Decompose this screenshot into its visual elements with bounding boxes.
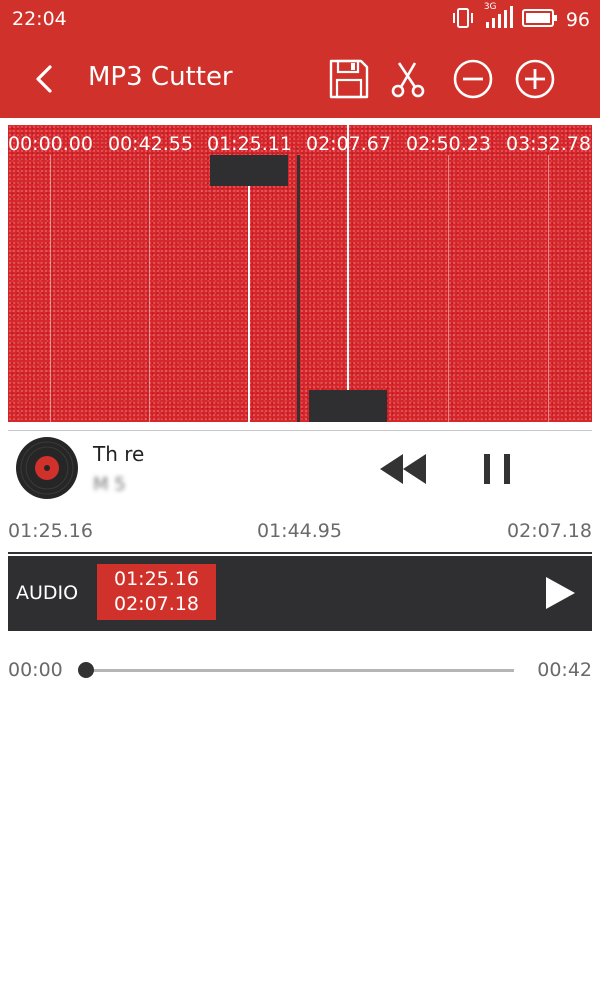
- back-button[interactable]: [26, 60, 62, 98]
- end-marker-handle[interactable]: [309, 390, 387, 422]
- start-marker-line: [248, 183, 250, 422]
- cut-button[interactable]: [384, 56, 430, 102]
- seek-thumb[interactable]: [78, 662, 94, 678]
- divider: [8, 552, 592, 554]
- pause-button[interactable]: [472, 448, 522, 490]
- waveform[interactable]: 00:00.00 00:42.55 01:25.11 02:07.67 02:5…: [8, 125, 592, 422]
- rewind-icon: [380, 454, 426, 484]
- grid-line: [149, 155, 150, 422]
- divider: [8, 430, 592, 431]
- time-tick: 00:42.55: [108, 133, 193, 155]
- selection-middle-label: 01:44.95: [257, 520, 342, 542]
- play-segment-button[interactable]: [542, 574, 578, 612]
- time-ruler: 00:00.00 00:42.55 01:25.11 02:07.67 02:5…: [8, 133, 592, 157]
- pause-icon: [484, 454, 510, 484]
- play-icon: [546, 577, 575, 609]
- selection-start-label: 01:25.16: [8, 520, 93, 542]
- zoom-out-button[interactable]: [450, 56, 496, 102]
- start-marker-handle[interactable]: [210, 155, 288, 186]
- zoom-in-button[interactable]: [512, 56, 558, 102]
- grid-line: [548, 155, 549, 422]
- status-time: 22:04: [12, 8, 67, 30]
- segment-end: 02:07.18: [114, 593, 199, 615]
- time-tick: 01:25.11: [207, 133, 292, 155]
- save-button[interactable]: [326, 56, 372, 102]
- grid-line: [448, 155, 449, 422]
- segment-chip[interactable]: 01:25.16 02:07.18: [97, 564, 216, 620]
- scissors-icon: [391, 62, 425, 98]
- network-type: 3G: [483, 2, 497, 12]
- status-bar: 22:04 3G 96: [0, 0, 600, 40]
- segment-label: AUDIO: [16, 582, 79, 604]
- zoom-in-icon: [515, 59, 555, 99]
- track-artist: M 5: [93, 474, 126, 495]
- battery-percent: 96: [565, 9, 590, 31]
- segment-start: 01:25.16: [114, 568, 199, 590]
- status-icons: 3G 96: [450, 2, 590, 34]
- seek-bar[interactable]: [86, 669, 514, 672]
- total-time: 00:42: [537, 659, 592, 681]
- back-arrow-icon: [36, 65, 52, 93]
- zoom-out-icon: [453, 59, 493, 99]
- vibrate-icon: [450, 7, 476, 33]
- selection-end-label: 02:07.18: [507, 520, 592, 542]
- current-time: 00:00: [8, 659, 63, 681]
- audio-segment-bar: AUDIO 01:25.16 02:07.18: [8, 556, 592, 631]
- time-tick: 02:50.23: [406, 133, 491, 155]
- save-icon: [329, 59, 369, 99]
- playhead: [297, 155, 300, 422]
- grid-line: [50, 155, 51, 422]
- rewind-button[interactable]: [376, 448, 430, 490]
- page-title: MP3 Cutter: [88, 62, 233, 92]
- app-bar: MP3 Cutter: [0, 40, 600, 118]
- album-art-icon: [16, 437, 78, 499]
- end-marker-line: [347, 125, 349, 393]
- signal-icon: 3G: [484, 2, 514, 34]
- time-tick: 03:32.78: [506, 133, 591, 155]
- track-title: Th re: [93, 442, 145, 466]
- time-tick: 00:00.00: [8, 133, 93, 155]
- battery-icon: [521, 8, 558, 32]
